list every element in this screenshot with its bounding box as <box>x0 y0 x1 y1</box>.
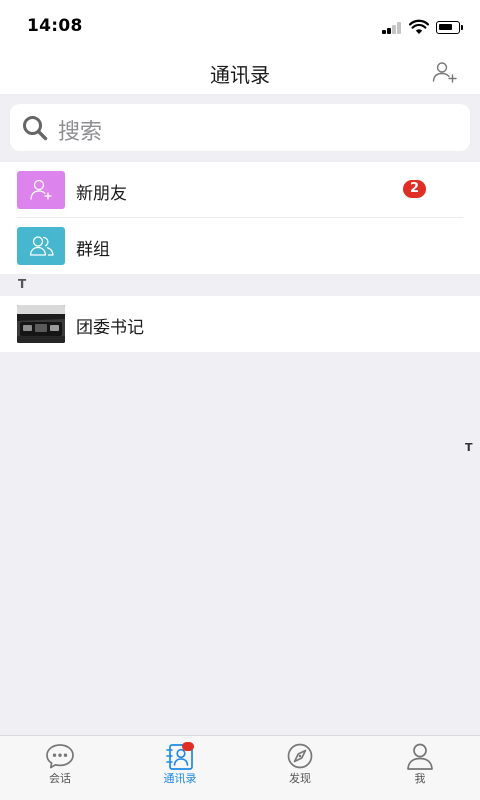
new-friends-label: 新朋友 <box>76 184 127 204</box>
tab-contacts[interactable]: 通讯录 <box>120 736 240 800</box>
tab-discover[interactable]: 发现 <box>240 736 360 800</box>
wifi-icon <box>409 19 429 34</box>
tab-chats[interactable]: 会话 <box>0 736 120 800</box>
contact-name: 团委书记 <box>76 318 144 338</box>
notification-dot <box>182 742 194 751</box>
tab-me[interactable]: 我 <box>360 736 480 800</box>
signal-icon <box>382 22 404 34</box>
tab-discover-label: 发现 <box>289 772 311 785</box>
groups-row[interactable]: 群组 <box>0 218 480 274</box>
new-friends-row[interactable]: 新朋友 2 <box>0 162 480 218</box>
tab-chats-label: 会话 <box>49 772 71 785</box>
compass-icon <box>287 743 313 769</box>
people-icon <box>29 236 54 256</box>
unread-badge: 2 <box>403 180 426 198</box>
groups-icon-tile <box>17 227 65 265</box>
search-input[interactable]: 搜索 <box>10 104 470 151</box>
contact-row[interactable]: 团委书记 <box>0 296 480 352</box>
tab-bar: 会话 通讯录 发现 我 <box>0 735 480 800</box>
search-area: 搜索 <box>0 94 480 162</box>
battery-icon <box>436 21 460 34</box>
new-friends-icon-tile <box>17 171 65 209</box>
section-letter: T <box>18 277 27 291</box>
status-time: 14:08 <box>27 16 83 36</box>
search-placeholder: 搜索 <box>58 120 103 145</box>
search-icon <box>23 116 48 141</box>
avatar <box>17 305 65 343</box>
index-letter-t[interactable]: T <box>465 441 473 454</box>
battery-cap <box>461 25 463 30</box>
groups-label: 群组 <box>76 240 110 260</box>
person-add-icon[interactable] <box>432 61 458 83</box>
tab-contacts-label: 通讯录 <box>163 772 197 785</box>
status-bar: 14:08 <box>0 0 480 50</box>
chat-bubble-icon <box>46 744 74 769</box>
nav-bar: 通讯录 <box>0 50 480 94</box>
user-icon <box>407 743 433 770</box>
page-title: 通讯录 <box>210 63 270 87</box>
person-add-icon <box>30 179 52 200</box>
tab-me-label: 我 <box>414 772 426 785</box>
section-header: T <box>0 274 480 296</box>
